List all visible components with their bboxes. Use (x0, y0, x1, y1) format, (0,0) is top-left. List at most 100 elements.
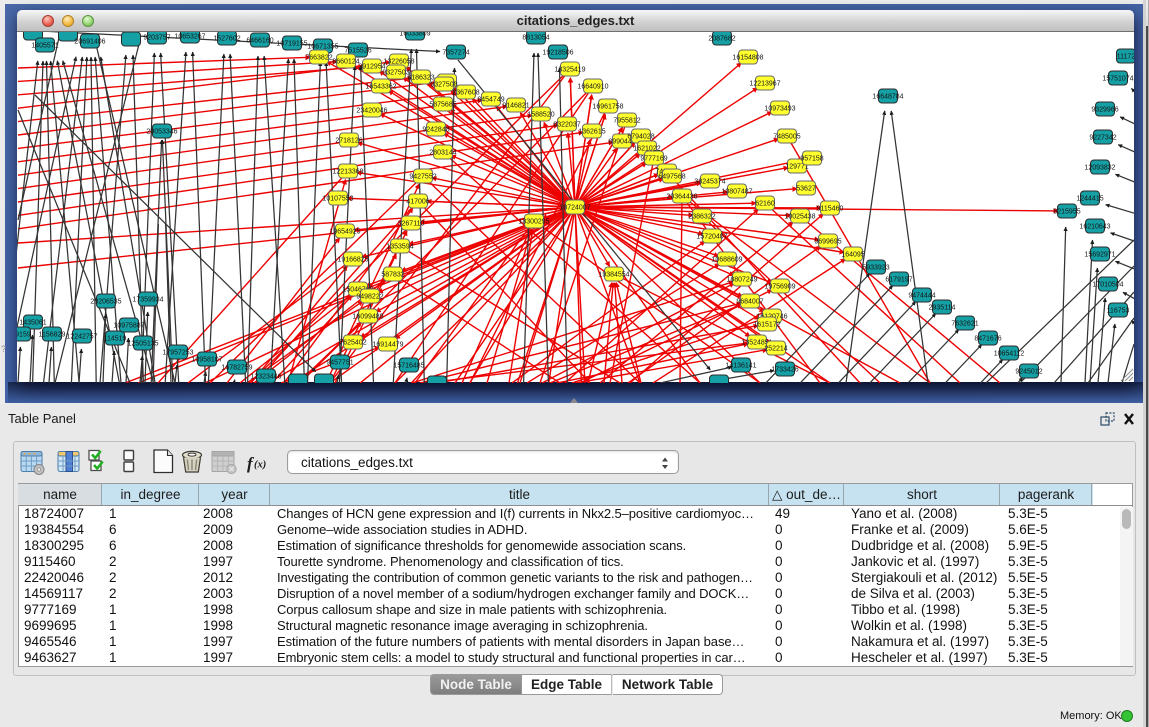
svg-text:17359934: 17359934 (132, 297, 163, 304)
svg-text:10975887: 10975887 (113, 323, 144, 330)
svg-text:16210643: 16210643 (1079, 224, 1110, 231)
svg-text:5875685: 5875685 (429, 102, 456, 109)
svg-text:9245012: 9245012 (1015, 369, 1042, 376)
svg-text:6179197: 6179197 (885, 277, 912, 284)
svg-text:2367608: 2367608 (452, 90, 479, 97)
svg-text:38245374: 38245374 (694, 179, 725, 186)
svg-text:6466160: 6466160 (246, 38, 273, 45)
svg-text:16640910: 16640910 (577, 84, 608, 91)
svg-text:10807487: 10807487 (721, 189, 752, 196)
svg-text:164095: 164095 (841, 252, 864, 259)
svg-text:8660124: 8660124 (332, 59, 359, 66)
svg-text:15716485: 15716485 (393, 363, 424, 370)
svg-text:13325419: 13325419 (554, 67, 585, 74)
svg-text:19218506: 19218506 (542, 50, 573, 57)
svg-text:9427552: 9427552 (409, 174, 436, 181)
svg-text:116753: 116753 (1107, 308, 1130, 315)
svg-text:19756909: 19756909 (764, 284, 795, 291)
svg-text:14136141: 14136141 (725, 363, 756, 370)
svg-text:53627: 53627 (796, 186, 816, 193)
svg-text:2935114: 2935114 (929, 305, 956, 312)
svg-text:1733426: 1733426 (771, 367, 798, 374)
svg-text:10025438: 10025438 (784, 214, 815, 221)
svg-text:11172: 11172 (1117, 54, 1134, 61)
svg-text:9498222: 9498222 (356, 294, 383, 301)
svg-text:10653267: 10653267 (174, 34, 205, 41)
svg-text:10654112: 10654112 (994, 351, 1025, 358)
svg-text:1156829: 1156829 (39, 332, 66, 339)
svg-text:6794028: 6794028 (627, 134, 654, 141)
svg-text:3267110: 3267110 (398, 221, 425, 228)
svg-text:1588520: 1588520 (527, 112, 554, 119)
svg-text:1362615: 1362615 (578, 129, 605, 136)
svg-text:7663822: 7663822 (305, 55, 332, 62)
svg-text:9327503: 9327503 (382, 70, 409, 77)
svg-text:18807249: 18807249 (726, 277, 757, 284)
svg-text:8471676: 8471676 (974, 336, 1001, 343)
svg-text:2087682: 2087682 (708, 36, 735, 43)
svg-text:20364436: 20364436 (666, 194, 697, 201)
svg-text:62160: 62160 (755, 201, 775, 208)
svg-text:19166825: 19166825 (337, 257, 368, 264)
svg-text:9474444: 9474444 (908, 293, 935, 300)
svg-text:19384554: 19384554 (598, 272, 629, 279)
svg-text:23420046: 23420046 (356, 108, 387, 115)
svg-text:20691406: 20691406 (74, 39, 105, 46)
svg-text:957158: 957158 (800, 156, 823, 163)
svg-text:10107553: 10107553 (322, 196, 353, 203)
svg-text:16154808: 16154808 (732, 55, 763, 62)
svg-text:12242757: 12242757 (66, 334, 97, 341)
svg-text:6497568: 6497568 (658, 174, 685, 181)
svg-text:2803144: 2803144 (429, 150, 456, 157)
svg-text:20053346: 20053346 (146, 129, 177, 136)
svg-text:12093832: 12093832 (1084, 165, 1115, 172)
svg-text:9457751: 9457751 (326, 360, 353, 367)
svg-text:10719155: 10719155 (276, 41, 307, 48)
svg-text:(x): (x) (254, 460, 266, 471)
svg-text:417006: 417006 (406, 199, 429, 206)
svg-text:17010504: 17010504 (1092, 282, 1123, 289)
svg-text:1527602: 1527602 (213, 36, 240, 43)
svg-text:15720407: 15720407 (696, 234, 727, 241)
svg-text:18724007: 18724007 (559, 205, 590, 212)
svg-text:9227342: 9227342 (1089, 135, 1116, 142)
svg-text:8322037: 8322037 (553, 122, 580, 129)
svg-text:1615172: 1615172 (753, 322, 780, 329)
svg-text:2386322: 2386322 (688, 214, 715, 221)
svg-text:7625402: 7625402 (339, 340, 366, 347)
svg-text:15692971: 15692971 (1084, 252, 1115, 259)
svg-text:7357274: 7357274 (442, 50, 469, 57)
svg-text:15751074: 15751074 (1102, 76, 1133, 83)
svg-text:17957253: 17957253 (162, 350, 193, 357)
svg-text:1405571: 1405571 (31, 43, 58, 50)
svg-text:1353594: 1353594 (386, 244, 413, 251)
svg-text:19654925: 19654925 (329, 229, 360, 236)
svg-text:9242848: 9242848 (422, 127, 449, 134)
svg-text:1244415: 1244415 (1076, 196, 1103, 203)
svg-text:12505135: 12505135 (127, 341, 158, 348)
svg-text:587832: 587832 (381, 272, 404, 279)
svg-text:8215955: 8215955 (1053, 209, 1080, 216)
svg-text:9203757: 9203757 (143, 35, 170, 42)
svg-text:114519: 114519 (104, 336, 127, 343)
svg-text:9684007: 9684007 (736, 299, 763, 306)
svg-text:8186323: 8186323 (407, 75, 434, 82)
svg-text:9699695: 9699695 (814, 239, 841, 246)
svg-text:16914479: 16914479 (372, 342, 403, 349)
svg-text:1435061: 1435061 (19, 320, 46, 327)
svg-text:7485005: 7485005 (773, 134, 800, 141)
svg-text:10688609: 10688609 (711, 257, 742, 264)
svg-text:2718126: 2718126 (335, 138, 362, 145)
svg-text:5933923: 5933923 (862, 265, 889, 272)
svg-text:9327508: 9327508 (430, 82, 457, 89)
svg-text:8454749: 8454749 (477, 97, 504, 104)
svg-text:12213967: 12213967 (749, 81, 780, 88)
svg-text:7955812: 7955812 (613, 118, 640, 125)
svg-text:16782759: 16782759 (221, 365, 252, 372)
svg-text:16543362: 16543362 (365, 84, 396, 91)
svg-text:10958107: 10958107 (191, 357, 222, 364)
svg-text:9329966: 9329966 (1091, 107, 1118, 114)
svg-text:9146821: 9146821 (502, 103, 529, 110)
svg-text:12213369: 12213369 (332, 169, 363, 176)
svg-text:8813054: 8813054 (522, 35, 549, 42)
